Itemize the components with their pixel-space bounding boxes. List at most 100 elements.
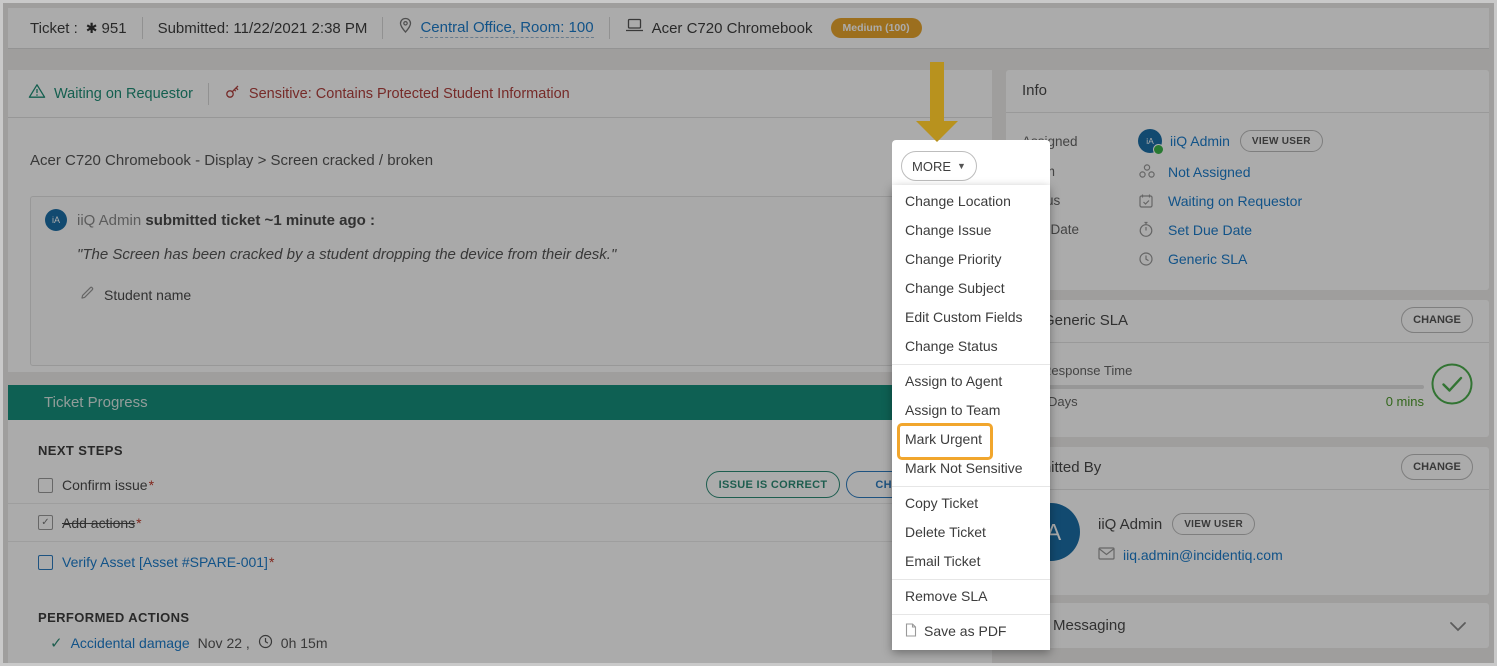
- clock-icon: [258, 634, 273, 652]
- status-banner: Waiting on Requestor Sensitive: Contains…: [8, 70, 992, 118]
- ticket-description-box: iA iiQ Admin submitted ticket ~1 minute …: [30, 196, 958, 366]
- checkbox-add-actions[interactable]: ✓: [38, 515, 53, 530]
- check-glyph: ✓: [41, 517, 49, 528]
- info-row-assigned: Assigned iA iiQ Admin VIEW USER: [1006, 125, 1489, 157]
- menu-item-edit-custom-fields[interactable]: Edit Custom Fields: [892, 303, 1050, 332]
- attachment-label: Student name: [104, 287, 191, 303]
- required-marker: *: [136, 515, 141, 531]
- divider: [142, 17, 143, 39]
- status-text: Waiting on Requestor: [54, 86, 193, 102]
- author-name: iiQ Admin: [77, 212, 141, 229]
- pencil-icon: [79, 285, 95, 304]
- location-pin-icon: [398, 17, 413, 39]
- checkbox-verify-asset[interactable]: [38, 555, 53, 570]
- ticket-label: Ticket :: [30, 20, 78, 37]
- device-name: Acer C720 Chromebook: [652, 20, 813, 37]
- assigned-user-link[interactable]: iiQ Admin: [1170, 133, 1230, 149]
- key-icon: [224, 83, 241, 105]
- ticket-title: Acer C720 Chromebook - Display > Screen …: [30, 152, 433, 169]
- info-row-team: Team Not Assigned: [1006, 157, 1489, 186]
- submitter-email-link[interactable]: iiq.admin@incidentiq.com: [1123, 547, 1283, 563]
- due-date-link[interactable]: Set Due Date: [1168, 222, 1252, 238]
- status-link[interactable]: Waiting on Requestor: [1168, 193, 1302, 209]
- menu-item-assign-to-team[interactable]: Assign to Team: [892, 396, 1050, 425]
- checkbox-confirm-issue[interactable]: [38, 478, 53, 493]
- menu-group-ticket-ops: Copy Ticket Delete Ticket Email Ticket: [892, 486, 1050, 579]
- sla-progress-track: [1022, 385, 1424, 389]
- laptop-icon: [625, 18, 644, 38]
- attachment-row[interactable]: Student name: [79, 285, 191, 304]
- menu-item-copy-ticket[interactable]: Copy Ticket: [892, 489, 1050, 518]
- sla-met-check-icon: [1430, 362, 1474, 411]
- priority-badge: Medium (100): [831, 18, 922, 38]
- step-add-actions: ✓ Add actions *: [8, 504, 992, 542]
- menu-group-export: Save as PDF: [892, 614, 1050, 649]
- avatar: iA: [1138, 129, 1162, 153]
- menu-item-change-issue[interactable]: Change Issue: [892, 216, 1050, 245]
- menu-item-change-subject[interactable]: Change Subject: [892, 274, 1050, 303]
- envelope-icon: [1098, 547, 1115, 563]
- info-row-sla: SLA Generic SLA: [1006, 244, 1489, 273]
- view-user-button[interactable]: VIEW USER: [1240, 130, 1323, 152]
- caret-down-icon: ▼: [957, 161, 966, 171]
- ticket-icon: ✱: [86, 21, 98, 35]
- submitter-name: iiQ Admin: [1098, 516, 1162, 533]
- menu-item-label: Save as PDF: [924, 623, 1006, 639]
- step-verify-asset: Verify Asset [Asset #SPARE-001] *: [8, 542, 992, 582]
- chevron-down-icon[interactable]: [1449, 619, 1467, 637]
- menu-item-save-as-pdf[interactable]: Save as PDF: [892, 617, 1050, 646]
- menu-group-assign: Assign to Agent Assign to Team Mark Urge…: [892, 364, 1050, 486]
- menu-item-email-ticket[interactable]: Email Ticket: [892, 547, 1050, 576]
- team-icon: [1138, 163, 1168, 180]
- menu-item-change-status[interactable]: Change Status: [892, 332, 1050, 361]
- sla-panel-title: Generic SLA: [1043, 300, 1128, 342]
- step-confirm-issue: Confirm issue * ISSUE IS CORRECT CHANGE …: [8, 467, 992, 504]
- team-link[interactable]: Not Assigned: [1168, 164, 1251, 180]
- menu-item-delete-ticket[interactable]: Delete Ticket: [892, 518, 1050, 547]
- menu-item-change-priority[interactable]: Change Priority: [892, 245, 1050, 274]
- ticket-description: "The Screen has been cracked by a studen…: [77, 246, 616, 263]
- ticket-summary-card: Acer C720 Chromebook - Display > Screen …: [8, 118, 992, 372]
- location-link[interactable]: Central Office, Room: 100: [420, 19, 593, 38]
- menu-item-remove-sla[interactable]: Remove SLA: [892, 582, 1050, 611]
- next-steps-label: NEXT STEPS: [38, 443, 123, 458]
- issue-is-correct-button[interactable]: ISSUE IS CORRECT: [706, 471, 840, 498]
- sla-link[interactable]: Generic SLA: [1168, 251, 1247, 267]
- sla-elapsed-value: 0 mins: [1022, 394, 1424, 409]
- sensitive-text: Sensitive: Contains Protected Student In…: [249, 86, 570, 102]
- calendar-check-icon: [1138, 193, 1168, 209]
- required-marker: *: [149, 477, 154, 493]
- required-marker: *: [269, 554, 274, 570]
- info-row-status: Status Waiting on Requestor: [1006, 186, 1489, 215]
- performed-action-duration: 0h 15m: [281, 635, 328, 651]
- ticket-header-bar: Ticket : ✱ 951 Submitted: 11/22/2021 2:3…: [8, 8, 1489, 49]
- menu-item-change-location[interactable]: Change Location: [892, 187, 1050, 216]
- divider: [208, 83, 209, 105]
- performed-action-link[interactable]: Accidental damage: [71, 635, 190, 651]
- submission-byline: iiQ Admin submitted ticket ~1 minute ago…: [77, 212, 375, 229]
- online-status-dot: [1153, 144, 1164, 155]
- info-panel: Info Assigned iA iiQ Admin VIEW USER Tea…: [1006, 70, 1489, 290]
- verify-asset-link[interactable]: Verify Asset [Asset #SPARE-001]: [62, 554, 268, 570]
- check-icon: ✓: [50, 634, 63, 652]
- divider: [382, 17, 383, 39]
- submitted-by-change-button[interactable]: CHANGE: [1401, 454, 1473, 480]
- stopwatch-icon: [1138, 221, 1168, 238]
- messaging-panel[interactable]: Messaging: [1006, 603, 1489, 648]
- menu-item-mark-urgent[interactable]: Mark Urgent: [892, 425, 1050, 454]
- response-time-label: Response Time: [1042, 363, 1132, 378]
- performed-actions-label: PERFORMED ACTIONS: [38, 610, 190, 625]
- more-button[interactable]: MORE ▼: [901, 151, 977, 181]
- ticket-progress-panel: Ticket Progress NEXT STEPS Confirm issue…: [8, 385, 992, 666]
- submitted-timestamp: Submitted: 11/22/2021 2:38 PM: [158, 20, 368, 37]
- clock-icon: [1138, 251, 1168, 267]
- view-user-button[interactable]: VIEW USER: [1172, 513, 1255, 535]
- sla-change-button[interactable]: CHANGE: [1401, 307, 1473, 333]
- sla-panel: Generic SLA CHANGE Response Time Days 0 …: [1006, 300, 1489, 437]
- more-dropdown-menu: Change Location Change Issue Change Prio…: [892, 185, 1050, 650]
- menu-item-mark-not-sensitive[interactable]: Mark Not Sensitive: [892, 454, 1050, 483]
- info-row-due-date: Due Date Set Due Date: [1006, 215, 1489, 244]
- menu-item-assign-to-agent[interactable]: Assign to Agent: [892, 367, 1050, 396]
- step-label: Confirm issue: [62, 477, 148, 493]
- submitted-by-panel: Submitted By CHANGE iA iiQ Admin VIEW US…: [1006, 447, 1489, 595]
